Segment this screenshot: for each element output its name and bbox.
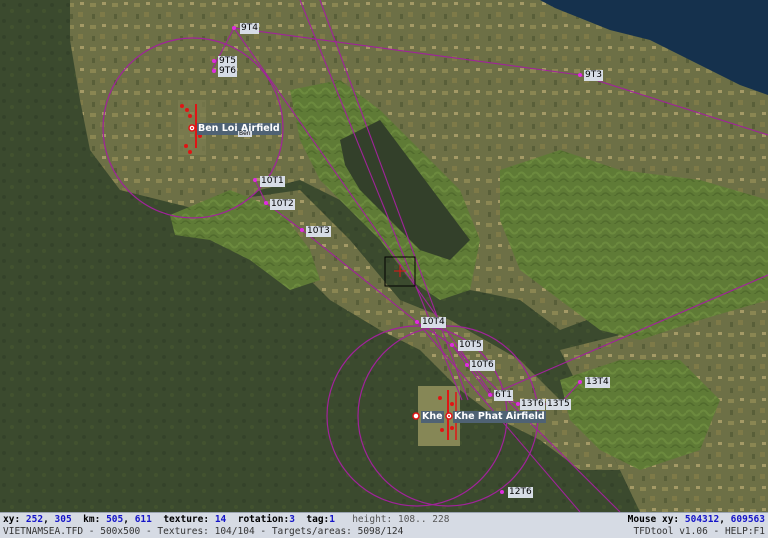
waypoint-label-10t5[interactable]: 10T5 <box>458 340 483 351</box>
km-x-value: 505 <box>106 514 124 525</box>
khe-phat-marker <box>440 428 444 432</box>
waypoint-label-13t5[interactable]: 13T5 <box>546 399 571 410</box>
texture-label: texture: <box>163 514 210 525</box>
khe-phat-marker <box>450 402 454 406</box>
waypoint-label-10t4[interactable]: 10T4 <box>421 317 446 328</box>
terrain-map[interactable] <box>0 0 768 512</box>
ben-loi-marker <box>185 108 189 112</box>
airfield-label-khe-phat[interactable]: Khe Phat Airfield <box>453 411 546 423</box>
airfield-sublabel-ben: Ben <box>238 130 252 137</box>
rotation-label: rotation: <box>237 514 290 525</box>
waypoint-label-10t3[interactable]: 10T3 <box>306 226 331 237</box>
waypoint-dot-10t3[interactable] <box>300 228 304 232</box>
waypoint-label-9t3[interactable]: 9T3 <box>584 70 603 81</box>
waypoint-label-9t4[interactable]: 9T4 <box>240 23 259 34</box>
waypoint-dot-10t6[interactable] <box>465 363 469 367</box>
waypoint-dot-13t4[interactable] <box>578 380 582 384</box>
rotation-value: 3 <box>289 514 295 525</box>
texture-value: 14 <box>214 514 227 525</box>
waypoint-label-10t1[interactable]: 10T1 <box>260 176 285 187</box>
waypoint-label-6t1[interactable]: 6T1 <box>494 390 513 401</box>
height-label: height: <box>352 514 393 525</box>
mouse-label: Mouse xy: <box>627 514 680 525</box>
khe-center-icon[interactable] <box>412 412 420 420</box>
waypoint-label-10t6[interactable]: 10T6 <box>470 360 495 371</box>
waypoint-dot-12t6[interactable] <box>500 490 504 494</box>
waypoint-dot-9t6[interactable] <box>212 69 216 73</box>
tool-info: TFDtool v1.06 - HELP:F1 <box>633 526 765 537</box>
mouse-x-value: 504312 <box>684 514 720 525</box>
file-info: VIETNAMSEA.TFD - 500x500 - Textures: 104… <box>3 526 404 537</box>
waypoint-dot-9t4[interactable] <box>232 26 236 30</box>
ben-loi-marker <box>188 114 192 118</box>
ben-loi-marker <box>188 150 192 154</box>
waypoint-dot-10t4[interactable] <box>415 320 419 324</box>
waypoint-label-12t6[interactable]: 12T6 <box>508 487 533 498</box>
waypoint-dot-10t2[interactable] <box>264 201 268 205</box>
khe-phat-marker <box>450 426 454 430</box>
xy-y-value: 305 <box>54 514 72 525</box>
status-bar: xy: 252, 305 km: 505, 611 texture: 14 ro… <box>0 512 768 538</box>
waypoint-label-13t6[interactable]: 13T6 <box>520 399 545 410</box>
km-label: km: <box>83 514 101 525</box>
tag-label: tag: <box>306 514 330 525</box>
tfd-tool-window: 9T4 9T5 9T6 9T3 10T1 10T2 10T3 10T4 10T5… <box>0 0 768 538</box>
xy-label: xy: <box>3 514 21 525</box>
height-value: 108.. 228 <box>397 514 450 525</box>
khe-phat-center-icon[interactable] <box>445 412 453 420</box>
ben-loi-marker <box>180 104 184 108</box>
waypoint-dot-9t5[interactable] <box>212 59 216 63</box>
xy-x-value: 252 <box>25 514 44 525</box>
waypoint-dot-6t1[interactable] <box>488 393 492 397</box>
waypoint-label-13t4[interactable]: 13T4 <box>585 377 610 388</box>
ben-loi-center-icon[interactable] <box>188 124 196 132</box>
khe-phat-marker <box>438 396 442 400</box>
waypoint-dot-10t5[interactable] <box>450 343 454 347</box>
tag-value: 1 <box>329 514 336 525</box>
waypoint-dot-10t1[interactable] <box>253 178 257 182</box>
waypoint-label-10t2[interactable]: 10T2 <box>270 199 295 210</box>
airfield-label-khe[interactable]: Khe <box>421 411 444 423</box>
mouse-y-value: 609563 <box>730 514 765 525</box>
km-y-value: 611 <box>134 514 152 525</box>
waypoint-dot-9t3[interactable] <box>578 73 582 77</box>
mouse-readout: Mouse xy: 504312, 609563 <box>627 514 765 525</box>
waypoint-label-9t6[interactable]: 9T6 <box>218 66 237 77</box>
status-row-primary: xy: 252, 305 km: 505, 611 texture: 14 ro… <box>3 514 450 525</box>
ben-loi-marker <box>184 144 188 148</box>
